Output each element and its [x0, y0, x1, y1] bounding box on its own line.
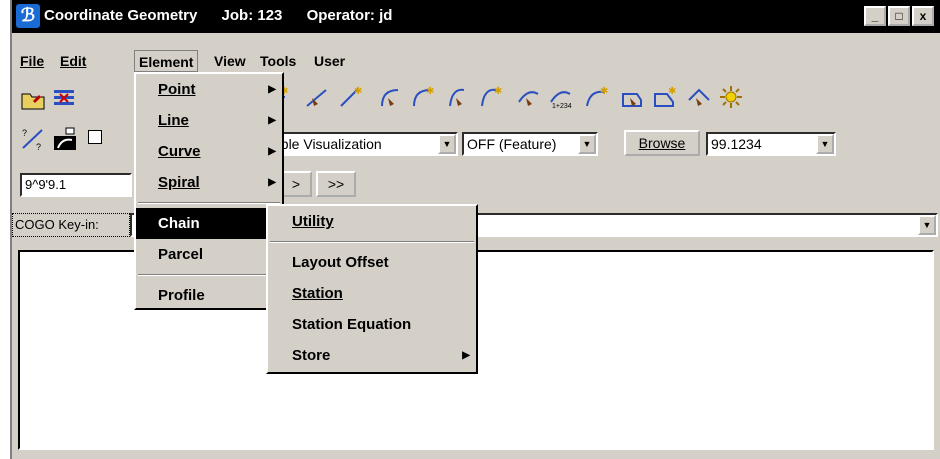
svg-text:✱: ✱	[426, 86, 434, 97]
menu-separator	[138, 202, 280, 204]
window-title: Coordinate Geometry Job: 123 Operator: j…	[44, 7, 412, 24]
job-label: Job: 123	[221, 7, 283, 24]
browse-button[interactable]: Browse	[624, 130, 700, 156]
menu-tools[interactable]: Tools	[256, 50, 300, 72]
menu-separator	[270, 241, 474, 243]
chevron-down-icon[interactable]: ▼	[816, 134, 834, 154]
chevron-down-icon[interactable]: ▼	[578, 134, 596, 154]
list-delete-icon[interactable]	[52, 86, 78, 112]
next-button[interactable]: >	[280, 171, 312, 197]
svg-text:✱: ✱	[494, 86, 502, 97]
locate-icon[interactable]: 1+234	[548, 84, 574, 110]
menu-element[interactable]: Element	[134, 50, 199, 72]
title-bar[interactable]: ℬ Coordinate Geometry Job: 123 Operator:…	[12, 0, 940, 33]
roof-icon[interactable]	[686, 84, 712, 110]
app-window: ℬ Coordinate Geometry Job: 123 Operator:…	[10, 0, 940, 459]
submenu-arrow-icon: ▶	[268, 146, 276, 157]
maximize-button[interactable]: □	[888, 6, 910, 26]
svg-text:✱: ✱	[668, 86, 676, 97]
keyin-label: COGO Key-in:	[12, 213, 130, 237]
element-menu-parcel[interactable]: Parcel▶	[136, 239, 282, 270]
menu-separator	[138, 274, 280, 276]
chain-submenu-station-equation[interactable]: Station Equation	[268, 309, 476, 340]
element-menu-point[interactable]: Point ▶	[136, 74, 282, 105]
menu-user[interactable]: User	[310, 50, 349, 72]
svg-text:?: ?	[22, 128, 27, 138]
element-menu-curve[interactable]: Curve ▶	[136, 136, 282, 167]
line-store-icon[interactable]	[304, 84, 330, 110]
folder-open-icon[interactable]	[20, 86, 46, 112]
chain-submenu-station[interactable]: Station	[268, 278, 476, 309]
spiral-icon[interactable]: ✱	[410, 84, 436, 110]
chain-submenu-layout-offset[interactable]: Layout Offset	[268, 247, 476, 278]
submenu-arrow-icon: ▶	[268, 177, 276, 188]
chevron-down-icon[interactable]: ▼	[918, 215, 936, 235]
profile-icon[interactable]	[620, 84, 646, 110]
element-menu-chain[interactable]: Chain▶	[136, 208, 282, 239]
menu-bar: File Edit Element View Tools User	[12, 48, 940, 72]
point-visualize-icon[interactable]: ??	[20, 126, 46, 152]
visualization-checkbox[interactable]	[88, 130, 102, 144]
parcel-icon[interactable]: ✱	[584, 84, 610, 110]
curve-station-icon[interactable]: ✱	[478, 84, 504, 110]
svg-text:✱: ✱	[354, 86, 362, 97]
parcel-store-icon[interactable]: ✱	[652, 84, 678, 110]
svg-text:✱: ✱	[600, 86, 608, 97]
menu-edit[interactable]: Edit	[56, 50, 90, 72]
app-name: Coordinate Geometry	[44, 7, 198, 24]
close-button[interactable]: x	[912, 6, 934, 26]
element-menu: Point▶ Line▶ Curve▶ Spiral▶ Chain▶ Parce…	[134, 72, 284, 310]
chain-submenu-store[interactable]: Store ▶	[268, 340, 476, 371]
chevron-down-icon[interactable]: ▼	[438, 134, 456, 154]
minimize-button[interactable]: _	[864, 6, 886, 26]
value-combo[interactable]: 99.1234 ▼	[706, 132, 836, 156]
curve-icon[interactable]: ✱	[338, 84, 364, 110]
sun-icon[interactable]	[718, 84, 744, 110]
visualization-combo[interactable]: able Visualization ▼	[268, 132, 458, 156]
menu-view[interactable]: View	[210, 50, 250, 72]
app-logo-icon: ℬ	[16, 4, 40, 28]
operator-label: Operator: jd	[306, 7, 393, 24]
svg-text:?: ?	[36, 142, 41, 152]
coordinate-entry-field[interactable]: 9^9'9.1	[20, 173, 132, 197]
menu-file[interactable]: File	[16, 50, 48, 72]
chain-store-icon[interactable]	[516, 84, 542, 110]
last-button[interactable]: >>	[316, 171, 356, 197]
element-menu-spiral[interactable]: Spiral ▶	[136, 167, 282, 198]
feature-mode-combo[interactable]: OFF (Feature) ▼	[462, 132, 598, 156]
arc-icon[interactable]	[378, 84, 404, 110]
element-menu-line[interactable]: Line ▶	[136, 105, 282, 136]
svg-text:1+234: 1+234	[552, 103, 572, 110]
submenu-arrow-icon: ▶	[268, 84, 276, 95]
submenu-arrow-icon: ▶	[462, 350, 470, 361]
chain-submenu: Utility Layout Offset Station Station Eq…	[266, 204, 478, 374]
spiral-store-icon[interactable]	[446, 84, 472, 110]
chain-submenu-utility[interactable]: Utility	[268, 206, 476, 237]
chain-define-icon[interactable]	[52, 126, 78, 152]
submenu-arrow-icon: ▶	[268, 115, 276, 126]
element-menu-profile[interactable]: Profile▶	[136, 280, 282, 311]
